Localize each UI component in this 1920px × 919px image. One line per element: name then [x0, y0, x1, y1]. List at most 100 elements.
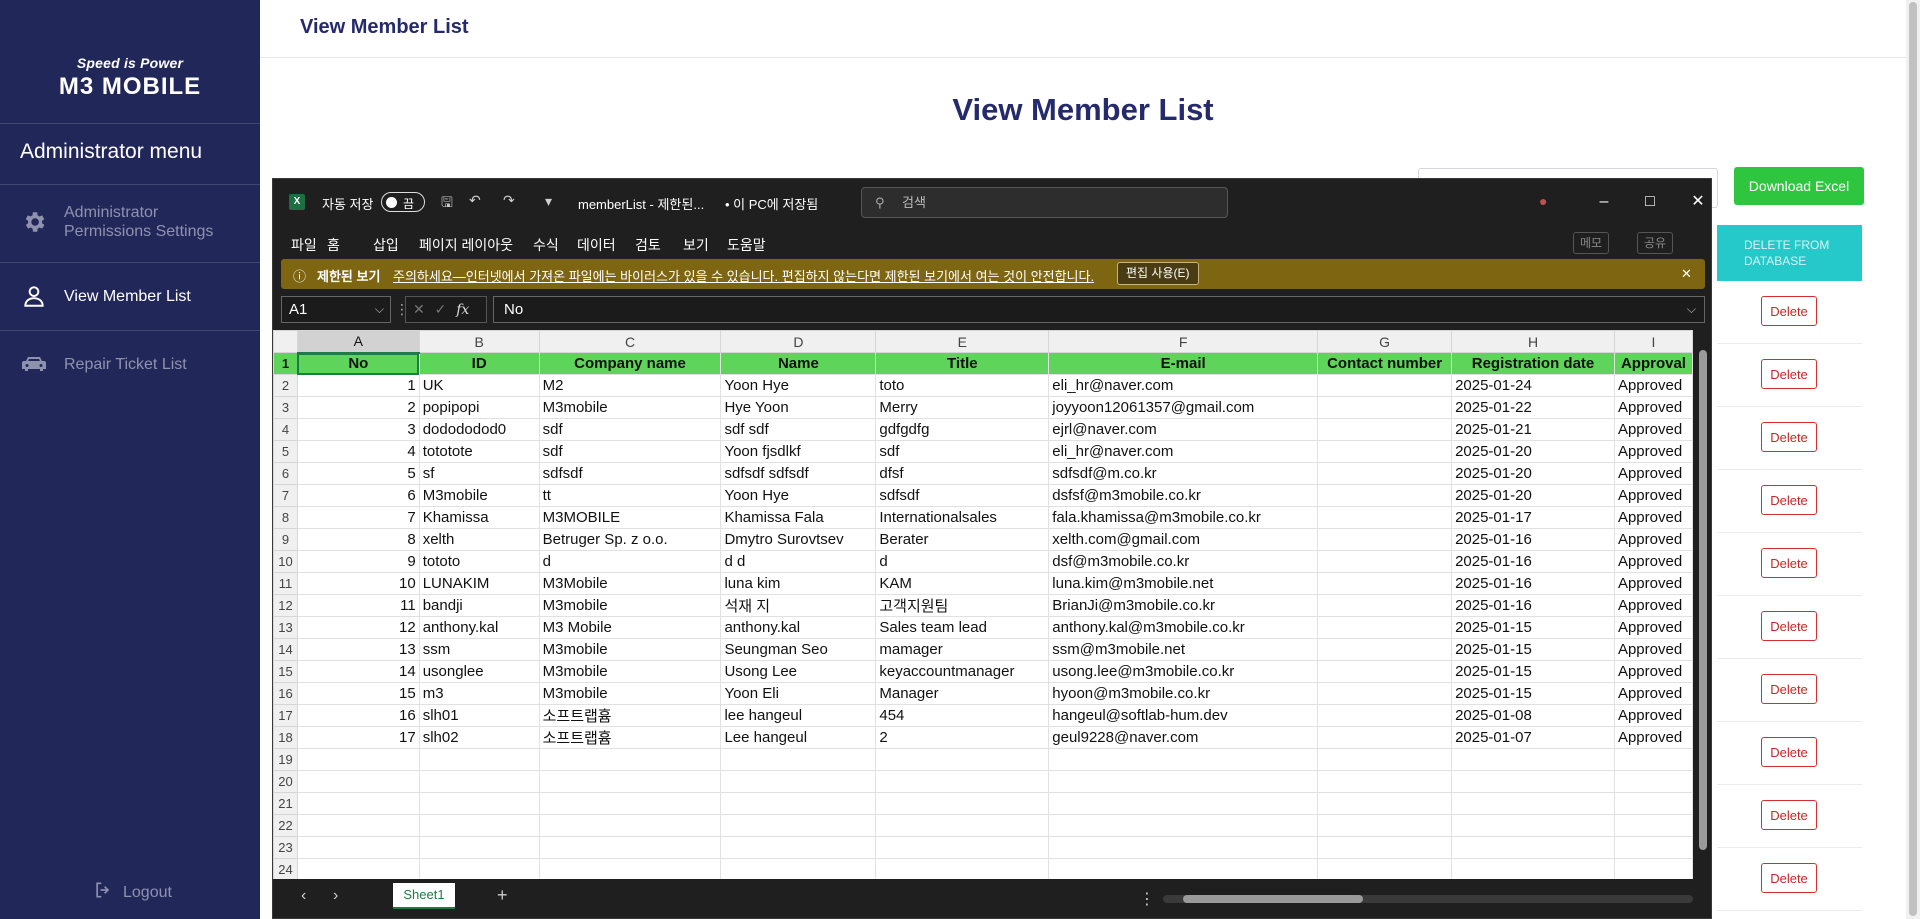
table-cell[interactable]: 2025-01-22	[1451, 396, 1615, 419]
sidebar-item-admin-permissions[interactable]: Administrator Permissions Settings	[0, 190, 260, 254]
table-cell[interactable]: mamager	[875, 638, 1050, 661]
redo-icon[interactable]: ↷	[503, 192, 515, 209]
file-name[interactable]: memberList - 제한된...	[578, 194, 704, 213]
table-cell[interactable]	[720, 792, 877, 815]
table-cell[interactable]: 석재 지	[720, 594, 877, 617]
table-cell[interactable]: 11	[296, 594, 420, 617]
table-cell[interactable]: dfsf	[875, 462, 1050, 485]
table-cell[interactable]: Approved	[1613, 528, 1693, 551]
table-cell[interactable]: 2025-01-16	[1451, 550, 1615, 573]
table-cell[interactable]	[720, 770, 877, 793]
grid-vertical-scrollbar[interactable]	[1693, 330, 1711, 879]
table-cell[interactable]	[1317, 550, 1453, 573]
table-cell[interactable]	[1317, 462, 1453, 485]
row-header[interactable]: 5	[273, 440, 298, 463]
table-cell[interactable]	[1317, 836, 1453, 859]
table-cell[interactable]	[1317, 594, 1453, 617]
table-cell[interactable]: 2025-01-21	[1451, 418, 1615, 441]
row-header[interactable]: 13	[273, 616, 298, 639]
table-cell[interactable]	[1317, 418, 1453, 441]
table-cell[interactable]: Approved	[1613, 704, 1693, 727]
table-cell[interactable]: 2025-01-20	[1451, 440, 1615, 463]
sheet-tab[interactable]: Sheet1	[393, 883, 455, 909]
table-cell[interactable]: No	[296, 352, 420, 375]
table-cell[interactable]: 소프트랩흄	[538, 704, 722, 727]
name-box[interactable]: A1 ⌵	[281, 296, 391, 323]
table-cell[interactable]: Approved	[1613, 638, 1693, 661]
table-cell[interactable]: 2025-01-08	[1451, 704, 1615, 727]
table-cell[interactable]	[296, 792, 420, 815]
table-cell[interactable]	[1048, 836, 1319, 859]
table-cell[interactable]: toto	[875, 374, 1050, 397]
table-cell[interactable]: fala.khamissa@m3mobile.co.kr	[1048, 506, 1319, 529]
menu-item[interactable]: 페이지 레이아웃	[419, 235, 513, 255]
table-cell[interactable]: Contact number	[1317, 352, 1453, 375]
row-header[interactable]: 4	[273, 418, 298, 441]
table-cell[interactable]	[1317, 506, 1453, 529]
delete-button[interactable]: Delete	[1761, 296, 1817, 326]
table-cell[interactable]: bandji	[418, 594, 540, 617]
next-sheet-icon[interactable]: ›	[333, 887, 338, 905]
menu-item[interactable]: 수식	[533, 235, 559, 255]
row-header[interactable]: 18	[273, 726, 298, 749]
table-cell[interactable]: sdf	[538, 440, 722, 463]
table-cell[interactable]: 8	[296, 528, 420, 551]
table-cell[interactable]: sdfsdf@m.co.kr	[1048, 462, 1319, 485]
table-cell[interactable]: 2	[875, 726, 1050, 749]
table-cell[interactable]: Khamissa	[418, 506, 540, 529]
table-cell[interactable]: 1	[296, 374, 420, 397]
table-cell[interactable]	[1613, 836, 1693, 859]
table-cell[interactable]	[1613, 770, 1693, 793]
column-header[interactable]: F	[1048, 330, 1319, 353]
download-excel-button[interactable]: Download Excel	[1734, 167, 1864, 205]
account-avatar[interactable]: ●	[1539, 193, 1547, 209]
share-button[interactable]: 공유	[1637, 232, 1674, 254]
table-cell[interactable]: tototote	[418, 440, 540, 463]
table-cell[interactable]: ssm	[418, 638, 540, 661]
save-status[interactable]: • 이 PC에 저장됨	[725, 194, 818, 213]
table-cell[interactable]	[1317, 704, 1453, 727]
table-cell[interactable]: ssm@m3mobile.net	[1048, 638, 1319, 661]
table-cell[interactable]: sdfsdf sdfsdf	[720, 462, 877, 485]
minimize-icon[interactable]: –	[1589, 188, 1619, 216]
table-cell[interactable]: Approval	[1613, 352, 1693, 375]
table-cell[interactable]	[296, 748, 420, 771]
table-cell[interactable]: sf	[418, 462, 540, 485]
table-cell[interactable]: dsfsf@m3mobile.co.kr	[1048, 484, 1319, 507]
table-cell[interactable]	[1613, 792, 1693, 815]
table-cell[interactable]: 7	[296, 506, 420, 529]
row-header[interactable]: 7	[273, 484, 298, 507]
delete-button[interactable]: Delete	[1761, 485, 1817, 515]
page-scrollbar-thumb[interactable]	[1909, 2, 1917, 916]
brand-logo[interactable]: Speed is Power M3 MOBILE	[0, 55, 260, 101]
table-cell[interactable]: 고객지원팀	[875, 594, 1050, 617]
table-cell[interactable]	[875, 858, 1050, 879]
table-cell[interactable]: Lee hangeul	[720, 726, 877, 749]
table-cell[interactable]: Hye Yoon	[720, 396, 877, 419]
table-cell[interactable]	[296, 814, 420, 837]
spreadsheet-grid[interactable]: ABCDEFGHI 1 No ID Company name Name Title E-ma…	[273, 330, 1693, 879]
table-cell[interactable]	[720, 814, 877, 837]
table-cell[interactable]	[1451, 770, 1615, 793]
table-cell[interactable]: 2025-01-15	[1451, 660, 1615, 683]
table-cell[interactable]: Approved	[1613, 396, 1693, 419]
table-cell[interactable]: 13	[296, 638, 420, 661]
table-cell[interactable]	[720, 836, 877, 859]
table-cell[interactable]	[1317, 572, 1453, 595]
table-cell[interactable]: M3mobile	[538, 396, 722, 419]
sidebar-item-repair-ticket-list[interactable]: Repair Ticket List	[0, 332, 260, 396]
table-cell[interactable]: Dmytro Surovtsev	[720, 528, 877, 551]
table-cell[interactable]: Approved	[1613, 506, 1693, 529]
row-header[interactable]: 9	[273, 528, 298, 551]
page-scrollbar[interactable]	[1906, 0, 1920, 919]
table-cell[interactable]: tototo	[418, 550, 540, 573]
menu-item[interactable]: 검토	[635, 235, 661, 255]
table-cell[interactable]: slh02	[418, 726, 540, 749]
table-cell[interactable]: 4	[296, 440, 420, 463]
table-cell[interactable]: 454	[875, 704, 1050, 727]
table-cell[interactable]: sdf sdf	[720, 418, 877, 441]
table-cell[interactable]	[1317, 814, 1453, 837]
row-header[interactable]: 15	[273, 660, 298, 683]
formula-input[interactable]: No ⌵	[493, 296, 1705, 323]
row-header[interactable]: 19	[273, 748, 298, 771]
